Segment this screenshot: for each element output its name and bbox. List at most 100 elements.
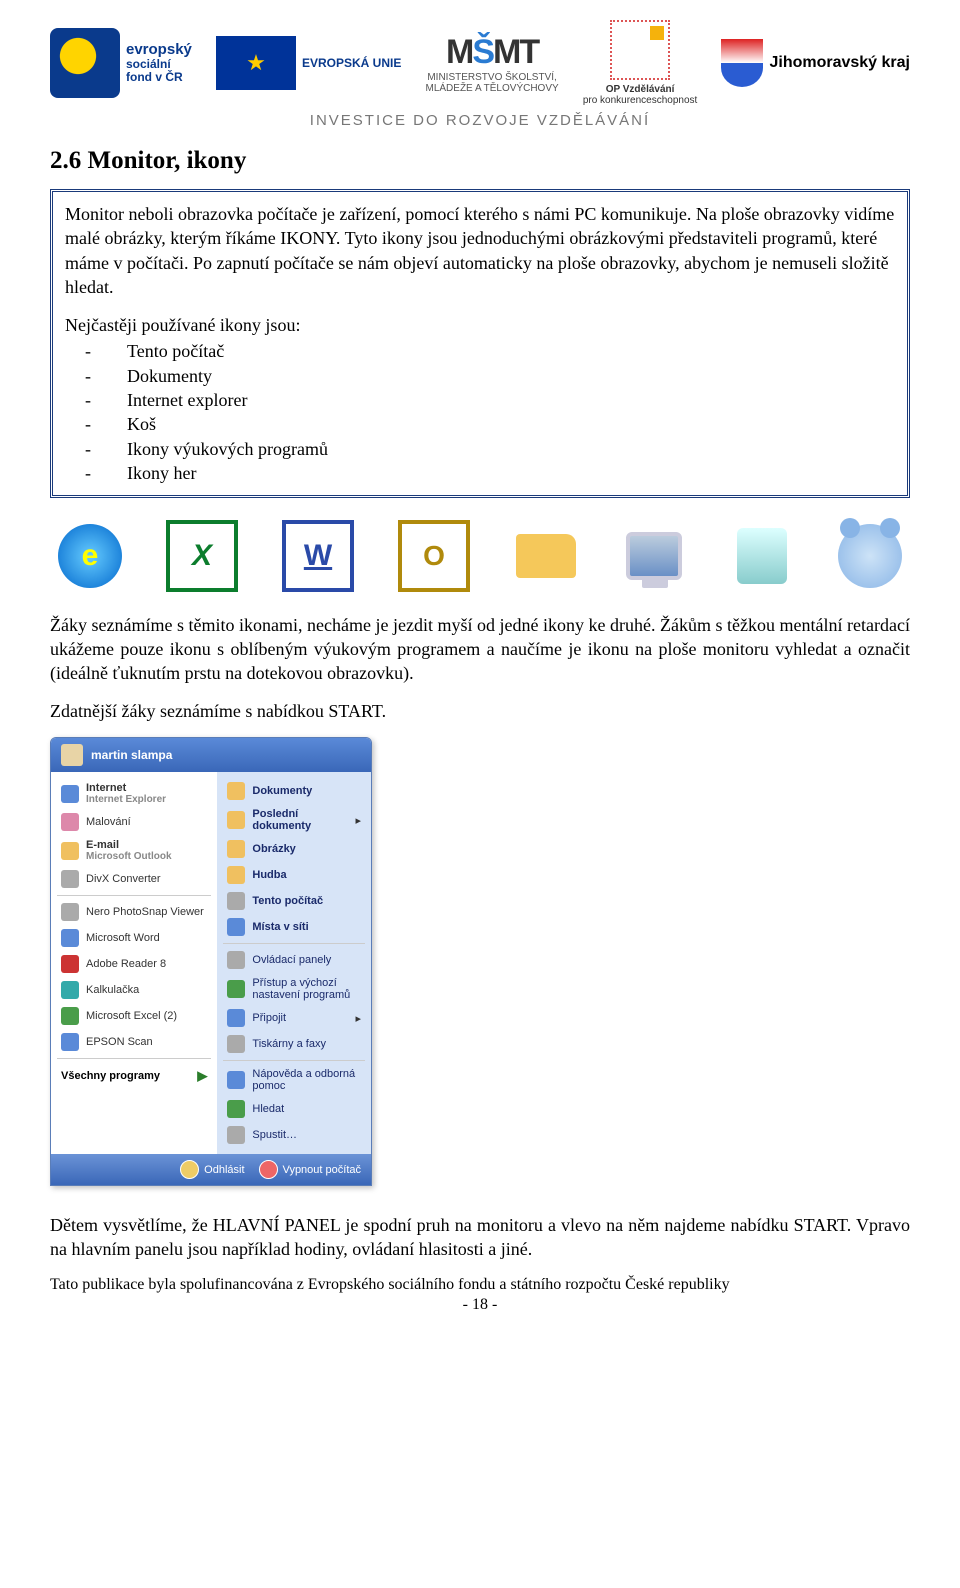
list-item: Ikony her [65, 461, 895, 485]
shutdown-button[interactable]: Vypnout počítač [259, 1160, 361, 1179]
esf-line1: evropský [126, 41, 192, 58]
word-icon: W [282, 520, 354, 592]
start-menu-item[interactable]: Hledat [217, 1096, 371, 1122]
start-menu-item[interactable]: Hudba [217, 862, 371, 888]
start-menu-item[interactable]: Kalkulačka [51, 977, 217, 1003]
item-label: Místa v síti [252, 921, 308, 933]
app-icon [227, 1035, 245, 1053]
box-list-intro: Nejčastěji používané ikony jsou: [65, 313, 895, 337]
app-icon [227, 1100, 245, 1118]
app-icon [227, 840, 245, 858]
app-icon [227, 980, 245, 998]
app-icon [61, 842, 79, 860]
icons-row: e X W O [50, 520, 910, 592]
app-icon [227, 811, 245, 829]
item-label: Nápověda a odborná pomoc [252, 1068, 361, 1092]
start-menu-item[interactable]: EPSON Scan [51, 1029, 217, 1055]
item-sublabel: Microsoft Outlook [86, 851, 172, 862]
item-label: Malování [86, 816, 131, 828]
app-icon [61, 955, 79, 973]
start-menu-item[interactable]: Přístup a výchozí nastavení programů [217, 973, 371, 1005]
item-label: Nero PhotoSnap Viewer [86, 906, 204, 918]
jmk-crest-icon [721, 39, 763, 87]
start-menu-item[interactable]: Microsoft Word [51, 925, 217, 951]
all-programs-label: Všechny programy [61, 1070, 160, 1082]
start-menu-item[interactable]: Obrázky [217, 836, 371, 862]
app-icon [227, 918, 245, 936]
app-icon [61, 813, 79, 831]
item-label: Dokumenty [252, 785, 312, 797]
start-menu-item[interactable]: Připojit ▸ [217, 1005, 371, 1031]
item-label: Hudba [252, 869, 286, 881]
app-icon [61, 1007, 79, 1025]
start-menu-item[interactable]: Tiskárny a faxy [217, 1031, 371, 1057]
arrow-right-icon: ▸ [355, 814, 361, 827]
start-menu-item[interactable]: E-mailMicrosoft Outlook [51, 835, 217, 866]
msmt-line2: MLÁDEŽE A TĚLOVÝCHOVY [425, 83, 558, 94]
jmk-label: Jihomoravský kraj [769, 54, 910, 72]
eu-label: EVROPSKÁ UNIE [302, 56, 401, 70]
app-icon [61, 785, 79, 803]
item-label: Microsoft Word [86, 932, 160, 944]
recycle-bin-icon [730, 524, 794, 588]
start-menu-item[interactable]: DivX Converter [51, 866, 217, 892]
shutdown-label: Vypnout počítač [283, 1164, 361, 1176]
list-item: Dokumenty [65, 364, 895, 388]
start-menu-item[interactable]: Malování [51, 809, 217, 835]
arrow-right-icon: ▸ [355, 1012, 361, 1025]
item-label: Obrázky [252, 843, 295, 855]
bear-icon [838, 524, 902, 588]
folder-icon [514, 524, 578, 588]
publication-note: Tato publikace byla spolufinancována z E… [50, 1276, 910, 1294]
start-menu-item[interactable]: Tento počítač [217, 888, 371, 914]
start-menu-item[interactable]: Místa v síti [217, 914, 371, 940]
monitor-icon [622, 524, 686, 588]
item-label: Poslední dokumenty [252, 808, 348, 832]
item-label: Kalkulačka [86, 984, 139, 996]
shutdown-icon [259, 1160, 278, 1179]
list-item: Internet explorer [65, 388, 895, 412]
logoff-icon [180, 1160, 199, 1179]
opvz-line1: OP Vzdělávání [583, 84, 698, 95]
item-label: Hledat [252, 1103, 284, 1115]
app-icon [61, 929, 79, 947]
logo-opvz: OP Vzdělávání pro konkurenceschopnost [583, 20, 698, 106]
logoff-button[interactable]: Odhlásit [180, 1160, 244, 1179]
start-menu-item[interactable]: Spustit… [217, 1122, 371, 1148]
item-label: Adobe Reader 8 [86, 958, 166, 970]
item-label: Ovládací panely [252, 954, 331, 966]
start-menu-item[interactable]: Ovládací panely [217, 947, 371, 973]
app-icon [227, 866, 245, 884]
logo-jmk: Jihomoravský kraj [721, 39, 910, 87]
ie-icon: e [58, 524, 122, 588]
esf-line3: fond v ČR [126, 71, 192, 84]
logo-eu: EVROPSKÁ UNIE [216, 36, 401, 90]
app-icon [227, 1071, 245, 1089]
list-item: Koš [65, 412, 895, 436]
item-label: EPSON Scan [86, 1036, 153, 1048]
list-item: Tento počítač [65, 339, 895, 363]
excel-icon: X [166, 520, 238, 592]
start-menu-item[interactable]: InternetInternet Explorer [51, 778, 217, 809]
item-label: Spustit… [252, 1129, 297, 1141]
eu-flag-icon [216, 36, 296, 90]
app-icon [227, 892, 245, 910]
arrow-right-icon: ▶ [197, 1068, 207, 1084]
header-logos: evropský sociální fond v ČR EVROPSKÁ UNI… [50, 20, 910, 106]
opvz-line2: pro konkurenceschopnost [583, 95, 698, 106]
invest-line: INVESTICE DO ROZVOJE VZDĚLÁVÁNÍ [50, 112, 910, 129]
app-icon [61, 981, 79, 999]
body-paragraph-3: Dětem vysvětlíme, že HLAVNÍ PANEL je spo… [50, 1214, 910, 1262]
start-menu-item[interactable]: Dokumenty [217, 778, 371, 804]
start-menu-item[interactable]: Poslední dokumenty ▸ [217, 804, 371, 836]
app-icon [227, 1126, 245, 1144]
start-menu-item[interactable]: Adobe Reader 8 [51, 951, 217, 977]
all-programs-button[interactable]: Všechny programy ▶ [51, 1062, 217, 1090]
start-menu-item[interactable]: Nero PhotoSnap Viewer [51, 899, 217, 925]
start-menu-left: InternetInternet Explorer Malování E-mailM… [51, 772, 217, 1154]
start-menu-item[interactable]: Nápověda a odborná pomoc [217, 1064, 371, 1096]
section-title: 2.6 Monitor, ikony [50, 147, 910, 175]
app-icon [61, 1033, 79, 1051]
start-menu-item[interactable]: Microsoft Excel (2) [51, 1003, 217, 1029]
avatar-icon [61, 744, 83, 766]
